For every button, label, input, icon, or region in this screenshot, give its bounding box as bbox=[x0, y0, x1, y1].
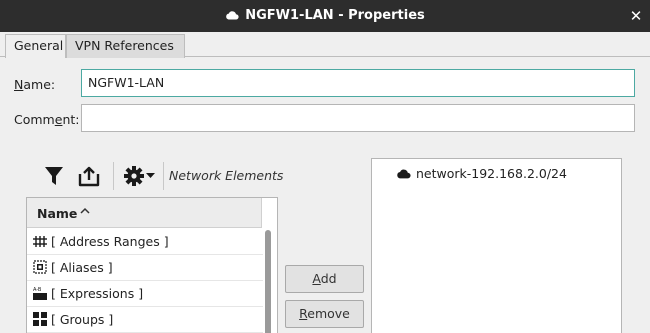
list-item[interactable]: [ Groups ] bbox=[27, 307, 263, 333]
remove-button[interactable]: Remove bbox=[285, 300, 364, 328]
window-title: NGFW1-LAN - Properties bbox=[245, 8, 425, 23]
list-item-label: [ Groups ] bbox=[51, 312, 114, 327]
export-icon bbox=[78, 166, 100, 187]
name-label-mnemonic: N bbox=[14, 77, 24, 92]
svg-text:A-B: A-B bbox=[33, 287, 42, 293]
cloud-icon bbox=[397, 169, 411, 179]
add-button-rest: dd bbox=[320, 271, 337, 286]
add-button[interactable]: Add bbox=[285, 265, 364, 293]
network-elements-label: Network Elements bbox=[169, 168, 284, 183]
comment-label-pre: Comm bbox=[14, 112, 55, 127]
settings-menu-button[interactable] bbox=[120, 160, 158, 192]
comment-label: Comment: bbox=[14, 112, 79, 127]
window-title-area: NGFW1-LAN - Properties bbox=[0, 0, 650, 32]
export-button[interactable] bbox=[77, 160, 101, 192]
name-column-header[interactable]: Name bbox=[27, 198, 262, 228]
tab-general[interactable]: General bbox=[5, 34, 66, 58]
comment-label-post: nt: bbox=[62, 112, 80, 127]
list-item-label: [ Address Ranges ] bbox=[51, 234, 169, 249]
alias-icon bbox=[33, 260, 47, 274]
chevron-down-icon bbox=[146, 173, 155, 178]
tab-bar: General VPN References bbox=[0, 32, 650, 58]
group-icon bbox=[33, 312, 47, 326]
filter-button[interactable] bbox=[42, 160, 66, 192]
sort-ascending-icon bbox=[80, 207, 90, 214]
remove-button-rest: emove bbox=[307, 306, 350, 321]
add-button-mnemonic: A bbox=[312, 271, 321, 286]
tab-vpn-references[interactable]: VPN References bbox=[66, 34, 185, 58]
list-scrollbar[interactable] bbox=[265, 230, 271, 333]
list-item[interactable]: A-B [ Expressions ] bbox=[27, 281, 263, 307]
selected-item-label: network-192.168.2.0/24 bbox=[416, 166, 567, 181]
list-item-label: [ Aliases ] bbox=[51, 260, 113, 275]
elements-list: Name [ Address Ranges ] [ Aliases ] A-B … bbox=[26, 197, 278, 333]
window-titlebar: NGFW1-LAN - Properties ✕ bbox=[0, 0, 650, 32]
name-input[interactable]: NGFW1-LAN bbox=[81, 69, 635, 97]
toolbar-separator bbox=[163, 162, 164, 190]
selected-elements-list: network-192.168.2.0/24 bbox=[371, 158, 622, 333]
list-item[interactable]: [ Address Ranges ] bbox=[27, 229, 263, 255]
address-range-icon bbox=[33, 236, 47, 247]
close-icon[interactable]: ✕ bbox=[628, 0, 644, 32]
cloud-icon bbox=[226, 10, 239, 19]
toolbar-separator bbox=[113, 162, 114, 190]
list-item-label: [ Expressions ] bbox=[51, 286, 144, 301]
name-label: Name: bbox=[14, 77, 55, 92]
list-item[interactable]: [ Aliases ] bbox=[27, 255, 263, 281]
gear-icon bbox=[124, 166, 144, 186]
comment-input[interactable] bbox=[81, 104, 635, 132]
expression-icon: A-B bbox=[33, 287, 47, 300]
name-column-label: Name bbox=[37, 206, 78, 221]
name-label-rest: ame: bbox=[23, 77, 56, 92]
filter-icon bbox=[45, 167, 63, 185]
